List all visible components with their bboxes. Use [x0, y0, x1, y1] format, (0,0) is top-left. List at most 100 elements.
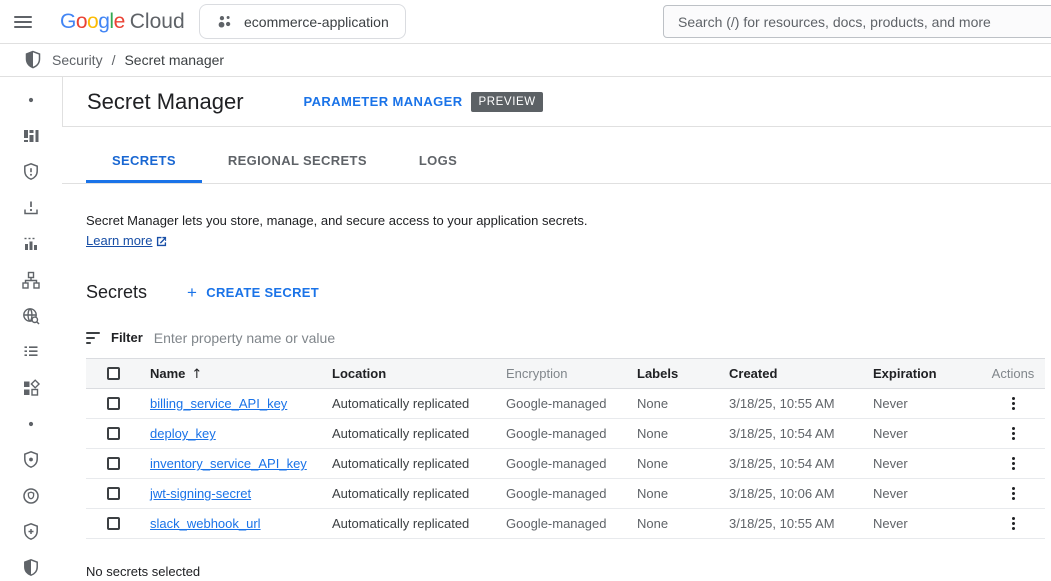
cell-encryption: Google-managed [506, 456, 637, 471]
shield-dot-icon[interactable] [21, 450, 41, 470]
secret-link[interactable]: jwt-signing-secret [150, 486, 251, 501]
preview-badge: PREVIEW [471, 92, 542, 112]
cell-expiration: Never [873, 396, 981, 411]
list-icon[interactable] [21, 342, 41, 362]
cell-location: Automatically replicated [332, 516, 506, 531]
tray-alert-icon[interactable] [21, 198, 41, 218]
row-checkbox[interactable] [107, 427, 120, 440]
table-row: jwt-signing-secret Automatically replica… [86, 479, 1045, 509]
cell-location: Automatically replicated [332, 486, 506, 501]
secret-link[interactable]: slack_webhook_url [150, 516, 261, 531]
shield-plus-icon[interactable] [21, 522, 41, 542]
bar-chart-icon[interactable] [21, 234, 41, 254]
tab-bar: SECRETS REGIONAL SECRETS LOGS [62, 127, 1051, 184]
row-actions-menu-icon[interactable] [1004, 483, 1023, 504]
column-header-labels[interactable]: Labels [637, 366, 729, 381]
dot-icon[interactable] [21, 90, 41, 110]
row-checkbox[interactable] [107, 397, 120, 410]
tab-secrets[interactable]: SECRETS [86, 153, 202, 183]
breadcrumb-page: Secret manager [124, 52, 224, 68]
row-actions-menu-icon[interactable] [1004, 423, 1023, 444]
parameter-manager-link[interactable]: PARAMETER MANAGER [304, 94, 463, 109]
table-row: deploy_key Automatically replicated Goog… [86, 419, 1045, 449]
select-all-checkbox[interactable] [107, 367, 120, 380]
learn-more-label: Learn more [86, 231, 152, 251]
project-selector[interactable]: ecommerce-application [199, 4, 406, 39]
table-row: inventory_service_API_key Automatically … [86, 449, 1045, 479]
globe-search-icon[interactable] [21, 306, 41, 326]
create-secret-label: CREATE SECRET [206, 285, 319, 300]
logo-letter: g [98, 10, 109, 34]
logo-letter: o [87, 10, 98, 34]
row-actions-menu-icon[interactable] [1004, 393, 1023, 414]
filter-input[interactable] [154, 330, 574, 346]
tab-regional-secrets[interactable]: REGIONAL SECRETS [202, 153, 393, 183]
column-header-name[interactable]: Name↑ [150, 366, 332, 382]
secret-link[interactable]: deploy_key [150, 426, 216, 441]
tab-logs[interactable]: LOGS [393, 153, 483, 183]
cell-expiration: Never [873, 426, 981, 441]
cell-encryption: Google-managed [506, 486, 637, 501]
google-cloud-logo[interactable]: Google Cloud [60, 10, 185, 34]
cell-labels: None [637, 426, 729, 441]
security-shield-icon [23, 50, 43, 70]
row-checkbox[interactable] [107, 487, 120, 500]
cell-expiration: Never [873, 516, 981, 531]
page-header: Secret Manager PARAMETER MANAGER PREVIEW [62, 77, 1051, 127]
table-row: slack_webhook_url Automatically replicat… [86, 509, 1045, 539]
external-link-icon [156, 236, 167, 247]
secrets-table: Name↑ Location Encryption Labels Created… [86, 358, 1045, 539]
left-nav-sidebar [0, 77, 62, 580]
dot-icon[interactable] [21, 414, 41, 434]
create-secret-button[interactable]: + CREATE SECRET [187, 284, 319, 301]
cell-encryption: Google-managed [506, 516, 637, 531]
column-header-created[interactable]: Created [729, 366, 873, 381]
learn-more-link[interactable]: Learn more [86, 231, 167, 251]
plus-icon: + [187, 284, 197, 301]
page-title: Secret Manager [87, 89, 244, 115]
search-box [663, 5, 1051, 38]
column-header-expiration[interactable]: Expiration [873, 366, 981, 381]
project-dots-icon [216, 13, 233, 30]
secrets-section-header: Secrets + CREATE SECRET [86, 282, 1051, 303]
name-header-label: Name [150, 366, 185, 381]
security-shield-icon[interactable] [21, 558, 41, 578]
secret-link[interactable]: inventory_service_API_key [150, 456, 307, 471]
logo-letter: G [60, 10, 76, 34]
cell-labels: None [637, 486, 729, 501]
cell-created: 3/18/25, 10:06 AM [729, 486, 873, 501]
row-checkbox[interactable] [107, 457, 120, 470]
search-input[interactable] [664, 14, 1051, 30]
column-header-location[interactable]: Location [332, 366, 506, 381]
secret-link[interactable]: billing_service_API_key [150, 396, 287, 411]
cell-created: 3/18/25, 10:54 AM [729, 426, 873, 441]
widgets-icon[interactable] [21, 378, 41, 398]
menu-icon[interactable] [0, 0, 46, 44]
breadcrumb-separator: / [112, 52, 116, 68]
filter-icon [86, 332, 100, 344]
shield-alert-icon[interactable] [21, 162, 41, 182]
cell-created: 3/18/25, 10:55 AM [729, 396, 873, 411]
cell-created: 3/18/25, 10:55 AM [729, 516, 873, 531]
breadcrumb-security[interactable]: Security [52, 52, 103, 68]
main-content: Secret Manager PARAMETER MANAGER PREVIEW… [62, 77, 1051, 580]
row-actions-menu-icon[interactable] [1004, 453, 1023, 474]
cell-location: Automatically replicated [332, 426, 506, 441]
row-checkbox[interactable] [107, 517, 120, 530]
blocks-icon[interactable] [21, 126, 41, 146]
table-row: billing_service_API_key Automatically re… [86, 389, 1045, 419]
top-bar: Google Cloud ecommerce-application [0, 0, 1051, 44]
network-icon[interactable] [21, 270, 41, 290]
logo-letter: o [76, 10, 87, 34]
project-name: ecommerce-application [244, 14, 389, 30]
cell-labels: None [637, 456, 729, 471]
cell-expiration: Never [873, 456, 981, 471]
column-header-encryption: Encryption [506, 366, 637, 381]
compliance-icon[interactable] [21, 486, 41, 506]
cell-location: Automatically replicated [332, 456, 506, 471]
cell-location: Automatically replicated [332, 396, 506, 411]
cell-labels: None [637, 516, 729, 531]
row-actions-menu-icon[interactable] [1004, 513, 1023, 534]
cell-labels: None [637, 396, 729, 411]
column-header-actions: Actions [981, 366, 1045, 381]
